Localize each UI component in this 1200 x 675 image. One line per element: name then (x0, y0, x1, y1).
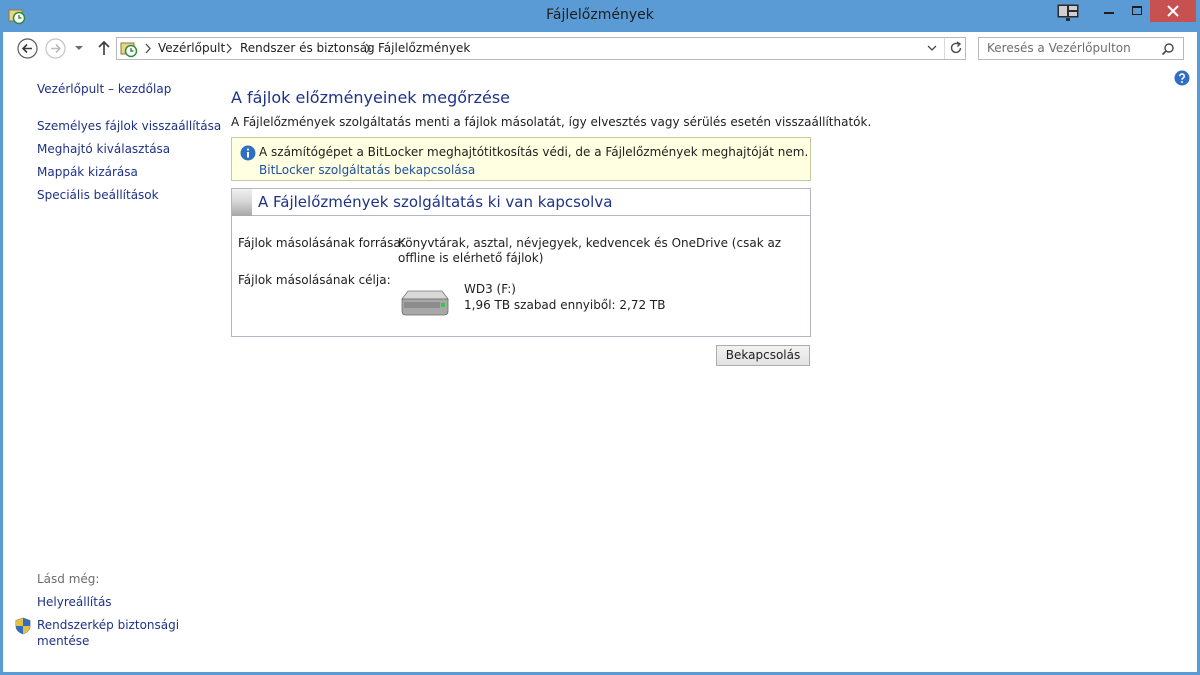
help-icon[interactable] (1174, 70, 1190, 86)
refresh-icon[interactable] (949, 41, 963, 55)
up-arrow-icon[interactable] (97, 40, 111, 56)
address-dropdown-icon[interactable] (927, 45, 937, 52)
hard-drive-icon (401, 290, 449, 316)
snap-layout-icon[interactable] (1057, 4, 1079, 21)
sidebar-item-select-drive[interactable]: Meghajtó kiválasztása (37, 142, 170, 156)
breadcrumb-separator-icon[interactable] (144, 43, 152, 54)
status-panel: A Fájlelőzmények szolgáltatás ki van kap… (231, 188, 811, 337)
uac-shield-icon (15, 617, 31, 635)
search-placeholder: Keresés a Vezérlőpulton (987, 41, 1131, 55)
status-header: A Fájlelőzmények szolgáltatás ki van kap… (232, 189, 810, 216)
source-value: Könyvtárak, asztal, névjegyek, kedvencek… (398, 236, 782, 265)
info-icon (240, 145, 256, 161)
sidebar-home-link[interactable]: Vezérlőpult – kezdőlap (37, 82, 171, 96)
recent-locations-chevron-icon[interactable] (74, 44, 84, 52)
window-title: Fájlelőzmények (546, 7, 654, 23)
breadcrumb-control-panel[interactable]: Vezérlőpult (158, 41, 225, 55)
maximize-button[interactable] (1124, 0, 1150, 22)
address-separator (944, 38, 945, 59)
minimize-button[interactable] (1094, 0, 1124, 22)
forward-arrow-icon[interactable] (45, 38, 66, 59)
sidebar-item-exclude-folders[interactable]: Mappák kizárása (37, 165, 138, 179)
title-bar[interactable]: Fájlelőzmények (0, 0, 1200, 32)
breadcrumb-file-history[interactable]: Fájlelőzmények (378, 41, 470, 55)
see-also-label: Lásd még: (37, 572, 100, 586)
page-title: A fájlok előzményeinek megőrzése (231, 88, 511, 107)
search-icon[interactable] (1161, 42, 1175, 56)
close-button[interactable] (1150, 0, 1196, 22)
bitlocker-info-box: A számítógépet a BitLocker meghajtótitko… (231, 137, 811, 181)
target-label: Fájlok másolásának célja: (238, 273, 391, 287)
source-label: Fájlok másolásának forrása: (238, 236, 405, 250)
page-description: A Fájlelőzmények szolgáltatás menti a fá… (231, 115, 872, 129)
sidebar-item-advanced-settings[interactable]: Speciális beállítások (37, 188, 159, 202)
enable-button[interactable]: Bekapcsolás (716, 345, 810, 366)
info-message: A számítógépet a BitLocker meghajtótitko… (259, 145, 809, 159)
back-arrow-icon[interactable] (17, 38, 38, 59)
breadcrumb-system-security[interactable]: Rendszer és biztonság (240, 41, 375, 55)
breadcrumb-separator-icon[interactable] (225, 43, 233, 54)
status-title: A Fájlelőzmények szolgáltatás ki van kap… (258, 193, 613, 211)
status-indicator-bar (232, 189, 252, 216)
see-also-system-image-link[interactable]: Rendszerkép biztonsági mentése (37, 617, 187, 649)
client-area: Vezérlőpult Rendszer és biztonság Fájlel… (3, 32, 1197, 672)
minimize-icon (1104, 12, 1114, 14)
enable-bitlocker-link[interactable]: BitLocker szolgáltatás bekapcsolása (259, 163, 475, 177)
close-icon (1167, 5, 1179, 17)
breadcrumb-separator-icon[interactable] (364, 43, 372, 54)
maximize-icon (1132, 6, 1142, 15)
see-also-recovery-link[interactable]: Helyreállítás (37, 595, 112, 609)
search-input[interactable]: Keresés a Vezérlőpulton (978, 37, 1184, 60)
window: Fájlelőzmények Vezérlőpult Rendszer és b… (0, 0, 1200, 675)
drive-name: WD3 (F:) (464, 282, 516, 296)
drive-space: 1,96 TB szabad ennyiből: 2,72 TB (464, 298, 666, 312)
address-bar[interactable]: Vezérlőpult Rendszer és biztonság Fájlel… (116, 37, 966, 60)
control-panel-icon (120, 42, 138, 58)
sidebar-item-restore-files[interactable]: Személyes fájlok visszaállítása (37, 119, 221, 133)
